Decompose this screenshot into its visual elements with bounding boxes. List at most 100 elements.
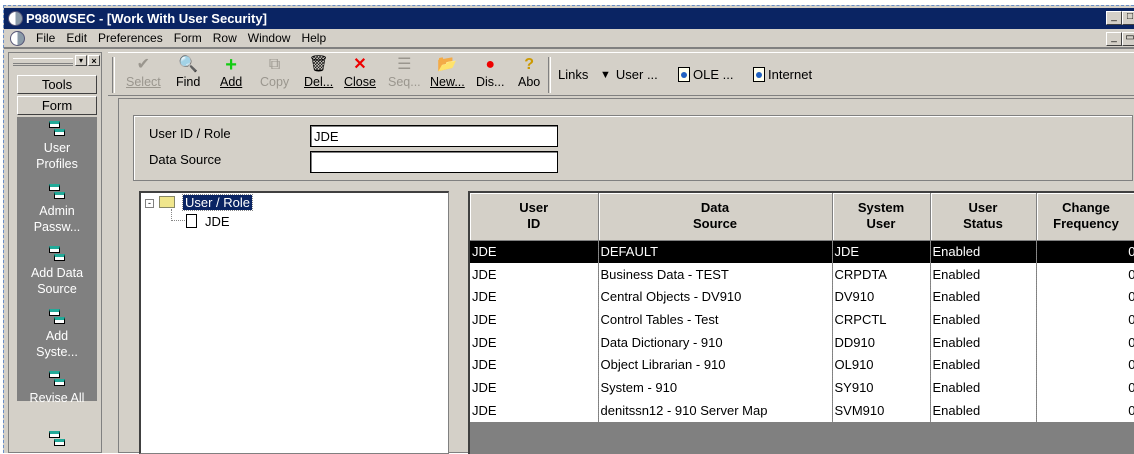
table-cell: JDE (832, 240, 931, 263)
tree-root-node[interactable]: User / Role (181, 194, 254, 211)
col-user-status[interactable]: User Status (930, 193, 1037, 241)
table-cell: denitssn12 - 910 Server Map (598, 398, 833, 422)
table-cell: JDE (470, 330, 599, 354)
table-cell: SY910 (832, 376, 931, 399)
folder-icon (159, 196, 175, 208)
table-cell: Enabled (930, 398, 1037, 422)
new-label: New... (430, 75, 465, 89)
panel-dropdown-icon[interactable]: ▾ (75, 55, 87, 66)
table-cell: 0 (1036, 398, 1134, 422)
exit-add-system[interactable]: Add Syste... (17, 309, 97, 360)
table-row[interactable]: JDEBusiness Data - TESTCRPDTAEnabled0 (470, 262, 1134, 286)
exit-user-profiles[interactable]: User Profiles (17, 121, 97, 172)
table-cell: JDE (470, 308, 599, 331)
document-icon (186, 214, 197, 228)
form-exit-icon (49, 246, 65, 262)
copy-button[interactable]: ⧉ Copy (260, 55, 289, 89)
tab-form[interactable]: Form (17, 96, 97, 115)
table-cell: 0 (1036, 285, 1134, 309)
table-row[interactable]: JDECentral Objects - DV910DV910Enabled0 (470, 285, 1134, 309)
col-change-frequency[interactable]: Change Frequency (1036, 193, 1134, 241)
table-cell: 0 (1036, 308, 1134, 331)
select-button[interactable]: ✔ Select (126, 55, 161, 89)
menu-edit[interactable]: Edit (66, 31, 87, 45)
copy-label: Copy (260, 75, 290, 89)
menu-form[interactable]: Form (174, 31, 202, 45)
table-row[interactable]: JDESystem - 910SY910Enabled0 (470, 376, 1134, 399)
table-cell: Enabled (930, 308, 1037, 331)
menu-row[interactable]: Row (213, 31, 237, 45)
display-button[interactable]: ● Dis... (476, 55, 504, 89)
table-cell: CRPDTA (832, 262, 931, 286)
table-row[interactable]: JDE denitssn12 - 910 Server Map SVM910 Enab… (470, 398, 1134, 422)
table-cell: Enabled (930, 353, 1037, 377)
maximize-button[interactable]: □ (1122, 11, 1134, 25)
table-cell: Enabled (930, 376, 1037, 399)
close-icon: ✕ (353, 56, 367, 73)
form-exits-list: User Profiles Admin Passw... Add Data So… (17, 117, 97, 446)
table-cell: DEFAULT (598, 240, 833, 263)
table-cell: Enabled (930, 262, 1037, 286)
link-user-label: User ... (615, 67, 658, 82)
check-icon: ✔ (136, 56, 151, 73)
dropdown-triangle-icon: ▼ (600, 68, 611, 81)
delete-button[interactable]: 🗑 Del... (304, 55, 333, 89)
table-cell: CRPCTL (832, 308, 931, 331)
link-user[interactable]: ▼ User ... (600, 67, 658, 82)
table-cell: SVM910 (832, 398, 931, 422)
exit-more[interactable] (17, 431, 97, 450)
minimize-button[interactable]: _ (1106, 11, 1122, 25)
table-cell: Enabled (930, 330, 1037, 354)
exit-label: Revise All (29, 391, 85, 405)
table-row[interactable]: JDEDEFAULTJDEEnabled0 (470, 240, 1134, 263)
document-icon (753, 67, 765, 82)
table-cell: Enabled (930, 240, 1037, 263)
add-button[interactable]: + Add (220, 55, 242, 89)
menu-help[interactable]: Help (301, 31, 326, 45)
table-row[interactable]: JDEObject Librarian - 910OL910Enabled0 (470, 353, 1134, 377)
window-title: P980WSEC - [Work With User Security] (26, 11, 267, 26)
table-row[interactable]: JDEControl Tables - TestCRPCTLEnabled0 (470, 308, 1134, 331)
link-ole[interactable]: OLE ... (678, 67, 733, 82)
child-restore-button[interactable]: ▭ (1122, 32, 1134, 46)
tab-tools[interactable]: Tools (17, 75, 97, 94)
panel-close-icon[interactable]: × (88, 55, 100, 66)
table-cell: Enabled (930, 285, 1037, 309)
col-system-user[interactable]: System User (832, 193, 931, 241)
menu-file[interactable]: File (36, 31, 55, 45)
new-button[interactable]: 📂 New... (430, 55, 465, 89)
table-cell: Business Data - TEST (598, 262, 833, 286)
menu-globe-icon[interactable] (10, 30, 25, 46)
table-cell: Control Tables - Test (598, 308, 833, 331)
exit-admin-password[interactable]: Admin Passw... (17, 184, 97, 235)
child-minimize-button[interactable]: _ (1106, 32, 1122, 46)
find-label: Find (176, 75, 201, 89)
tree-node-jde[interactable]: JDE (205, 214, 230, 229)
table-row[interactable]: JDEData Dictionary - 910DD910Enabled0 (470, 330, 1134, 354)
about-button[interactable]: ? Abo (518, 55, 540, 89)
copy-icon: ⧉ (268, 56, 281, 73)
table-cell: DV910 (832, 285, 931, 309)
toolbar-separator (548, 57, 551, 93)
menu-preferences[interactable]: Preferences (98, 31, 163, 45)
sequence-button[interactable]: ☰ Seq... (388, 55, 421, 89)
table-cell: JDE (470, 353, 599, 377)
menu-window[interactable]: Window (248, 31, 291, 45)
find-button[interactable]: 🔍 Find (176, 55, 200, 89)
close-button[interactable]: ✕ Close (344, 55, 376, 89)
user-id-input[interactable]: JDE (310, 125, 558, 147)
panel-grip-line (13, 63, 73, 66)
content-area: User ID / Role JDE Data Source - User / … (118, 98, 1134, 454)
collapse-icon[interactable]: - (145, 199, 154, 208)
col-data-source[interactable]: Data Source (598, 193, 833, 241)
data-source-input[interactable] (310, 151, 558, 173)
exit-add-data-source[interactable]: Add Data Source (17, 246, 97, 297)
tree-connector (171, 209, 185, 221)
link-internet[interactable]: Internet (753, 67, 812, 82)
col-user-id[interactable]: User ID (470, 193, 599, 241)
exit-revise-all[interactable]: Revise All (17, 371, 97, 406)
left-panel: ▾ × Tools Form User Profiles Admin Passw… (8, 52, 102, 453)
display-icon: ● (485, 56, 496, 73)
table-cell: Central Objects - DV910 (598, 285, 833, 309)
select-label: Select (126, 75, 161, 89)
